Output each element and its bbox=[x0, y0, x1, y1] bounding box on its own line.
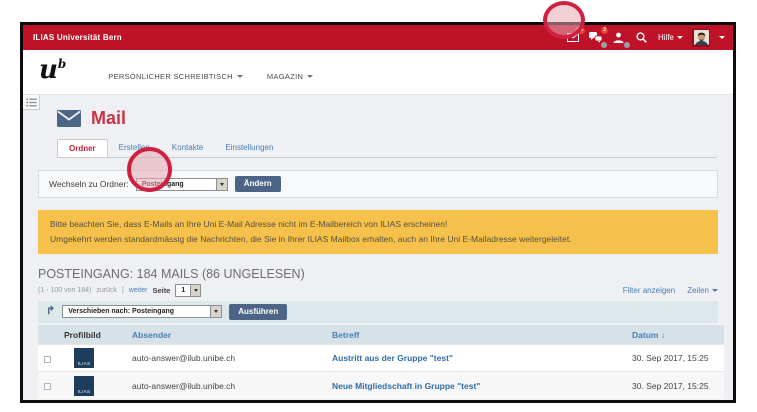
row-checkbox[interactable] bbox=[44, 383, 51, 390]
folder-select[interactable]: Posteingang bbox=[136, 178, 228, 191]
page-select[interactable]: 1 bbox=[175, 284, 201, 297]
pagination-separator: | bbox=[122, 287, 124, 294]
filter-show-link[interactable]: Filter anzeigen bbox=[623, 286, 675, 295]
move-to-select[interactable]: Verschieben nach: Posteingang bbox=[62, 305, 222, 318]
mail-tabs: Ordner Erstellen Kontakte Einstellungen bbox=[57, 139, 717, 158]
tab-einstellungen[interactable]: Einstellungen bbox=[214, 139, 284, 157]
tab-ordner[interactable]: Ordner bbox=[57, 139, 108, 157]
nav-personal-desktop[interactable]: PERSÖNLICHER SCHREIBTISCH bbox=[108, 72, 243, 81]
change-folder-button[interactable]: Ändern bbox=[235, 176, 281, 192]
user-avatar[interactable] bbox=[692, 29, 710, 47]
date-cell: 30. Sep 2017, 15:25 bbox=[632, 345, 724, 372]
chevron-down-icon bbox=[712, 289, 718, 292]
who-is-online-button[interactable] bbox=[612, 31, 626, 45]
help-menu[interactable]: Hilfe bbox=[658, 33, 683, 42]
table-row[interactable]: ILIAS auto-answer@ilub.unibe.ch Neue Mit… bbox=[38, 372, 724, 399]
sender-avatar: ILIAS bbox=[74, 376, 94, 396]
chevron-down-icon bbox=[237, 75, 243, 78]
browser-frame: ILIAS Universität Bern 86 bbox=[20, 22, 736, 403]
search-button[interactable] bbox=[635, 31, 649, 45]
subject-link[interactable]: Austritt aus der Gruppe "test" bbox=[332, 353, 453, 363]
sort-desc-icon: ↓ bbox=[661, 330, 665, 340]
rows-menu[interactable]: Zeilen bbox=[687, 286, 718, 295]
warning-line-2: Umgekehrt werden standardmässig die Nach… bbox=[50, 232, 706, 247]
mail-table: Profilbild Absender Betreff Datum ↓ ILIA… bbox=[38, 325, 724, 399]
col-header-datum[interactable]: Datum ↓ bbox=[632, 330, 665, 340]
logo-b: b bbox=[58, 57, 66, 71]
sender-cell: auto-answer@ilub.unibe.ch bbox=[132, 345, 332, 372]
help-label: Hilfe bbox=[658, 33, 674, 42]
execute-button[interactable]: Ausführen bbox=[229, 304, 287, 320]
inbox-heading: POSTEINGANG: 184 MAILS (86 UNGELESEN) bbox=[38, 267, 718, 281]
date-cell: 30. Sep 2017, 15:25 bbox=[632, 372, 724, 399]
search-icon bbox=[636, 32, 647, 43]
main-navigation: PERSÖNLICHER SCHREIBTISCH MAGAZIN bbox=[108, 72, 313, 81]
content-area: Mail Ordner Erstellen Kontakte Einstellu… bbox=[23, 95, 733, 400]
dropdown-arrow-icon bbox=[190, 285, 200, 296]
app-title: ILIAS Universität Bern bbox=[33, 33, 122, 42]
mail-icon bbox=[567, 33, 579, 42]
move-toolbar: ↱ Verschieben nach: Posteingang Ausführe… bbox=[38, 301, 718, 323]
table-row[interactable]: ILIAS auto-answer@ilub.unibe.ch Austritt… bbox=[38, 345, 724, 372]
mail-page-icon bbox=[57, 110, 81, 127]
page-label: Seite bbox=[152, 286, 170, 295]
unibe-logo[interactable]: ub bbox=[39, 57, 66, 83]
online-count-badge bbox=[624, 42, 630, 48]
warning-message: Bitte beachten Sie, dass E-Mails an Ihre… bbox=[38, 210, 718, 254]
avatar-photo bbox=[694, 30, 709, 45]
chat-unread-badge: 2 bbox=[601, 27, 608, 34]
chat-offline-badge bbox=[601, 42, 607, 48]
row-checkbox[interactable] bbox=[44, 356, 51, 363]
site-header: ub PERSÖNLICHER SCHREIBTISCH MAGAZIN bbox=[23, 50, 733, 95]
move-arrow-icon: ↱ bbox=[46, 306, 55, 317]
pagination-row: (1 - 100 von 184) zurück | weiter Seite … bbox=[38, 284, 718, 297]
page-title: Mail bbox=[91, 108, 126, 129]
col-header-profilbild: Profilbild bbox=[64, 325, 132, 345]
sender-avatar: ILIAS bbox=[74, 348, 94, 368]
topbar-actions: 86 2 bbox=[566, 29, 725, 47]
col-header-absender[interactable]: Absender bbox=[132, 330, 171, 340]
mail-button[interactable]: 86 bbox=[566, 31, 580, 45]
col-header-betreff[interactable]: Betreff bbox=[332, 330, 359, 340]
subject-link[interactable]: Neue Mitgliedschaft in Gruppe "test" bbox=[332, 381, 480, 391]
pagination-next-link[interactable]: weiter bbox=[129, 287, 148, 294]
logo-u: u bbox=[39, 55, 58, 85]
chat-button[interactable]: 2 bbox=[589, 31, 603, 45]
tree-view-toggle[interactable] bbox=[23, 95, 40, 110]
tab-kontakte[interactable]: Kontakte bbox=[161, 139, 215, 157]
topbar: ILIAS Universität Bern 86 bbox=[23, 25, 733, 50]
screenshot-stage: ILIAS Universität Bern 86 bbox=[0, 0, 757, 412]
folder-toolbar: Wechseln zu Ordner: Posteingang Ändern bbox=[38, 170, 718, 198]
list-icon bbox=[26, 98, 37, 107]
sender-cell: auto-answer@ilub.unibe.ch bbox=[132, 372, 332, 399]
pagination-range: (1 - 100 von 184) bbox=[38, 287, 91, 294]
dropdown-arrow-icon bbox=[210, 306, 221, 317]
pagination-back-link[interactable]: zurück bbox=[96, 287, 117, 294]
chevron-down-icon bbox=[677, 36, 683, 39]
chevron-down-icon bbox=[307, 75, 313, 78]
nav-magazin[interactable]: MAGAZIN bbox=[267, 72, 313, 81]
mail-unread-badge: 86 bbox=[575, 27, 585, 34]
folder-select-label: Wechseln zu Ordner: bbox=[49, 179, 129, 189]
tab-erstellen[interactable]: Erstellen bbox=[108, 139, 161, 157]
page-header: Mail bbox=[57, 108, 733, 129]
dropdown-arrow-icon bbox=[216, 179, 227, 190]
avatar-chevron-down-icon[interactable] bbox=[719, 36, 725, 39]
chat-icon bbox=[589, 32, 602, 43]
person-icon bbox=[613, 32, 624, 43]
warning-line-1: Bitte beachten Sie, dass E-Mails an Ihre… bbox=[50, 217, 706, 232]
table-header-row: Profilbild Absender Betreff Datum ↓ bbox=[38, 325, 724, 345]
